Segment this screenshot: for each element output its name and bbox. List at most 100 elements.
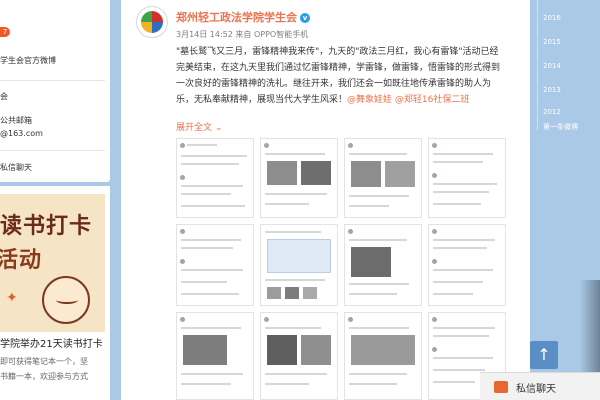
- text-line: [433, 203, 481, 205]
- text-line: [265, 279, 325, 281]
- text-line: [349, 153, 407, 155]
- text-line: [181, 205, 245, 207]
- post-image-grid: [176, 138, 516, 400]
- divider: [0, 150, 105, 151]
- text-line: [181, 247, 233, 249]
- back-to-top-button[interactable]: ↑: [530, 341, 558, 369]
- text-line: [433, 369, 485, 371]
- text-line: [433, 357, 493, 359]
- promo-text: 书籍一本，欢迎参与方式: [0, 372, 88, 381]
- text-line: [181, 239, 241, 241]
- avatar-icon: [432, 259, 437, 264]
- logo-icon: [141, 11, 163, 33]
- avatar-icon: [180, 317, 185, 322]
- post-body-line: 乐，无私奉献精神，展现当代大学生风采！@舞象娃娃 @郑轻16社保二班: [176, 92, 521, 108]
- photo-thumbnail: [351, 335, 415, 365]
- weibo-post-card: 郑州轻工政法学院学生会 v 3月14日 14:52 来自 OPPO智能手机 "墓长…: [121, 0, 530, 400]
- text-line: [433, 239, 495, 241]
- post-body-line: 完美结束，在这九天里我们通过忆雷锋精神，学雷锋，做雷锋，悟雷锋的形式得到: [176, 63, 501, 73]
- avatar-icon: [180, 229, 185, 234]
- text-line: [433, 269, 493, 271]
- private-message-link[interactable]: 私信聊天: [0, 162, 32, 173]
- avatar-icon: [432, 347, 437, 352]
- text-line: [433, 381, 475, 383]
- promo-title[interactable]: 学院举办21天读书打卡: [0, 335, 103, 350]
- timeline-year-2013[interactable]: 2013: [543, 86, 561, 94]
- divider: [0, 80, 105, 81]
- post-image[interactable]: [344, 138, 422, 218]
- post-image[interactable]: [176, 224, 254, 306]
- avatar-icon: [264, 143, 269, 148]
- message-icon: [494, 381, 508, 393]
- post-image[interactable]: [176, 138, 254, 218]
- avatar-icon: [348, 317, 353, 322]
- timeline-year-2012[interactable]: 2012: [543, 108, 561, 116]
- text-line: [181, 193, 231, 195]
- photo-thumbnail: [301, 335, 331, 365]
- text-line: [349, 383, 397, 385]
- face-doodle-icon: [42, 276, 90, 324]
- profile-email-label: 公共邮箱: [0, 116, 32, 125]
- first-weibo-link[interactable]: 第一条微博: [543, 122, 578, 132]
- text-line: [349, 283, 409, 285]
- text-line: [181, 281, 227, 283]
- avatar-icon: [180, 143, 185, 148]
- avatar-icon: [432, 229, 437, 234]
- text-line: [265, 383, 309, 385]
- promo-poster-image[interactable]: 读书打卡 活动 ✦: [0, 194, 105, 332]
- avatar-icon: [348, 143, 353, 148]
- post-body-text: 乐，无私奉献精神，展现当代大学生风采！: [176, 95, 348, 105]
- verified-icon: v: [300, 13, 310, 23]
- expand-full-text-link[interactable]: 展开全文 ⌄: [176, 120, 222, 133]
- text-line: [433, 247, 487, 249]
- text-line: [265, 203, 309, 205]
- post-image[interactable]: [260, 312, 338, 400]
- text-line: [349, 239, 407, 241]
- photo-thumbnail: [267, 239, 331, 273]
- text-line: [433, 327, 495, 329]
- post-author-name[interactable]: 郑州轻工政法学院学生会: [176, 11, 297, 24]
- post-image[interactable]: [176, 312, 254, 400]
- mention-link[interactable]: @舞象娃娃: [347, 95, 392, 105]
- text-line: [265, 327, 321, 329]
- poster-text: 活动: [0, 248, 43, 273]
- photo-thumbnail: [385, 161, 415, 187]
- photo-thumbnail: [351, 161, 381, 187]
- text-line: [181, 383, 231, 385]
- text-line: [265, 193, 327, 195]
- poster-text: 读书打卡: [0, 214, 93, 239]
- profile-intro: 学生会官方微博: [0, 56, 56, 65]
- post-body-line: "墓长鹫飞又三月，雷锋精神我来传"，九天的"政法三月红，我心有雷锋"活动已经: [176, 47, 499, 57]
- text-line: [349, 293, 397, 295]
- post-body-line: 一次良好的雷锋精神的洗礼。继往开来，我们还会一如既往地传承雷锋的助人为: [176, 79, 492, 89]
- photo-thumbnail: [183, 335, 227, 365]
- timeline-year-2015[interactable]: 2015: [543, 38, 561, 46]
- post-image[interactable]: [344, 224, 422, 306]
- avatar[interactable]: [136, 6, 168, 38]
- text-line: [433, 191, 489, 193]
- post-image[interactable]: [428, 138, 506, 218]
- timeline-year-2016[interactable]: 2016: [543, 14, 561, 22]
- post-image[interactable]: [428, 224, 506, 306]
- post-author[interactable]: 郑州轻工政法学院学生会 v: [176, 9, 310, 25]
- text-line: [349, 373, 407, 375]
- text-line: [433, 153, 493, 155]
- mention-link[interactable]: @郑轻16社保二班: [395, 95, 469, 105]
- private-chat-bar[interactable]: 私信聊天: [480, 372, 600, 400]
- post-body: "墓长鹫飞又三月，雷锋精神我来传"，九天的"政法三月红，我心有雷锋"活动已经 完…: [176, 44, 521, 108]
- text-line: [181, 185, 243, 187]
- timeline-year-2014[interactable]: 2014: [543, 62, 561, 70]
- text-line: [349, 195, 409, 197]
- avatar-icon: [432, 317, 437, 322]
- notification-badge: 7: [0, 27, 10, 37]
- post-meta: 3月14日 14:52 来自 OPPO智能手机: [176, 30, 309, 39]
- profile-email-link[interactable]: @163.com: [0, 129, 43, 138]
- post-image[interactable]: [260, 138, 338, 218]
- promo-card[interactable]: 读书打卡 活动 ✦ 学院举办21天读书打卡 即可获得笔记本一个，坚 书籍一本，欢…: [0, 186, 110, 400]
- year-timeline: 2016 2015 2014 2013 2012 第一条微博: [537, 0, 600, 132]
- text-line: [433, 335, 489, 337]
- left-profile-column: 7 学生会官方微博 会 公共邮箱 @163.com 私信聊天 读书打卡 活动 ✦…: [0, 0, 115, 400]
- post-image[interactable]: [260, 224, 338, 306]
- photo-thumbnail: [267, 335, 297, 365]
- post-image[interactable]: [344, 312, 422, 400]
